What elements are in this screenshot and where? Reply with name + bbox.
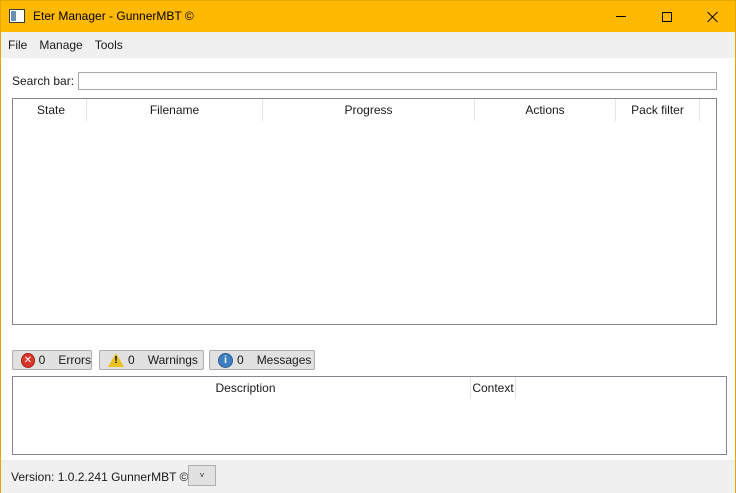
warnings-count: 0 xyxy=(128,353,135,367)
message-grid[interactable]: Description Context xyxy=(12,376,727,455)
menu-manage[interactable]: Manage xyxy=(33,32,88,58)
minimize-button[interactable] xyxy=(598,1,644,32)
close-icon xyxy=(707,11,719,23)
info-icon: i xyxy=(218,352,233,368)
search-input[interactable] xyxy=(78,72,717,90)
warnings-filter-button[interactable]: ! 0 Warnings xyxy=(99,350,204,370)
errors-count: 0 xyxy=(38,353,46,367)
errors-filter-button[interactable]: ✕ 0 Errors xyxy=(12,350,92,370)
maximize-icon xyxy=(662,11,672,22)
column-header-progress[interactable]: Progress xyxy=(263,99,475,121)
column-header-filler xyxy=(516,377,723,399)
column-header-description[interactable]: Description xyxy=(21,377,471,399)
menu-tools[interactable]: Tools xyxy=(89,32,129,58)
search-label: Search bar: xyxy=(12,74,75,88)
title-bar[interactable]: Eter Manager - GunnerMBT © xyxy=(1,1,735,32)
message-grid-header: Description Context xyxy=(21,377,723,399)
warning-icon: ! xyxy=(108,352,124,368)
file-grid[interactable]: State Filename Progress Actions Pack fil… xyxy=(12,98,717,325)
column-header-context[interactable]: Context xyxy=(471,377,516,399)
column-header-actions[interactable]: Actions xyxy=(475,99,616,121)
close-button[interactable] xyxy=(690,1,736,32)
warnings-label: Warnings xyxy=(147,353,198,367)
app-icon xyxy=(9,9,25,23)
messages-label: Messages xyxy=(256,353,312,367)
chevron-down-icon: ˅ xyxy=(199,471,205,480)
minimize-icon xyxy=(616,16,626,17)
column-header-filename[interactable]: Filename xyxy=(87,99,263,121)
column-header-filler xyxy=(700,99,713,121)
errors-label: Errors xyxy=(58,353,91,367)
messages-filter-button[interactable]: i 0 Messages xyxy=(209,350,315,370)
window-title: Eter Manager - GunnerMBT © xyxy=(33,9,194,23)
error-icon: ✕ xyxy=(21,352,35,368)
column-header-state[interactable]: State xyxy=(16,99,87,121)
file-grid-header: State Filename Progress Actions Pack fil… xyxy=(16,99,713,121)
status-bar: Version: 1.0.2.241 GunnerMBT © ˅ xyxy=(1,460,735,493)
main-window: Eter Manager - GunnerMBT © File Manage T… xyxy=(0,0,736,493)
version-dropdown-button[interactable]: ˅ xyxy=(188,465,216,486)
version-text: Version: 1.0.2.241 GunnerMBT © xyxy=(11,470,189,484)
menu-bar: File Manage Tools xyxy=(1,32,735,58)
maximize-button[interactable] xyxy=(644,1,690,32)
menu-file[interactable]: File xyxy=(2,32,33,58)
messages-count: 0 xyxy=(237,353,244,367)
column-header-pack-filter[interactable]: Pack filter xyxy=(616,99,700,121)
